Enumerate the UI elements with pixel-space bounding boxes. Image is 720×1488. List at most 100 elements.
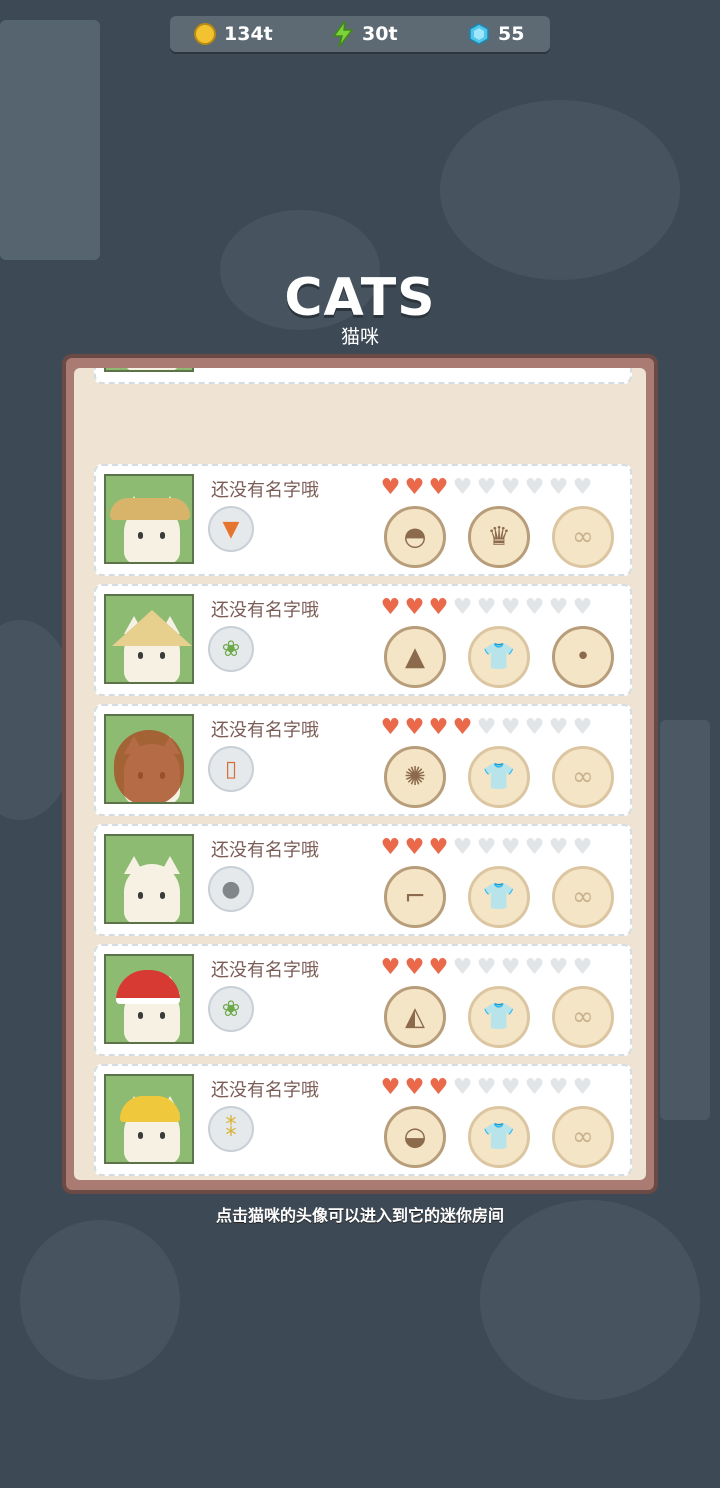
energy-counter: 30t [332,16,398,52]
glasses-placeholder-slot[interactable]: ∞ [552,866,614,928]
heart-icon: ♥ [548,1075,569,1100]
cat-avatar-button[interactable] [104,1074,194,1164]
heart-icon: ♥ [476,955,497,980]
affection-hearts: ♥ ♥ ♥ ♥ ♥ ♥ ♥ ♥ ♥ [379,475,594,500]
heart-icon: ♥ [500,955,521,980]
cat-avatar-button[interactable] [104,834,194,924]
heart-icon: ♥ [452,1075,473,1100]
energy-value: 30t [362,23,398,45]
heart-icon: ♥ [524,955,545,980]
santa-hat-slot[interactable]: ◭ [384,986,446,1048]
lion-mane-icon [114,730,184,802]
glasses-placeholder-slot[interactable]: ∞ [552,986,614,1048]
cat-avatar-button[interactable] [104,474,194,564]
cabbage-icon: ❀ [208,986,254,1032]
heart-icon: ♥ [572,955,593,980]
glasses-placeholder-slot[interactable]: ∞ [552,506,614,568]
cat-eye [160,1012,165,1019]
heart-icon: ♥ [524,835,545,860]
conical-hat-slot[interactable]: ▲ [384,626,446,688]
heart-icon: ♥ [404,1075,425,1100]
cat-row: ◡⚡▭▽∞ [94,368,632,384]
heart-icon: ♥ [380,715,401,740]
cats-panel: ◡⚡▭▽∞还没有名字哦▼♥♥♥♥♥♥♥♥♥◓♛∞还没有名字哦❀♥♥♥♥♥♥♥♥♥… [62,354,658,1194]
heart-icon: ♥ [572,1075,593,1100]
heart-icon: ♥ [380,475,401,500]
heart-icon: ♥ [476,1075,497,1100]
corn-icon: ⁑ [208,1106,254,1152]
heart-icon: ♥ [548,715,569,740]
lion-mane-slot[interactable]: ✺ [384,746,446,808]
cat-avatar-button[interactable] [104,714,194,804]
resource-bar: 134t 30t 55 [170,16,550,52]
cat-row: 还没有名字哦 ❀ ♥ ♥ ♥ ♥ ♥ ♥ ♥ ♥ ♥ ▲ 👕 • [94,584,632,696]
heart-icon: ♥ [404,955,425,980]
glasses-placeholder-slot[interactable]: ∞ [552,746,614,808]
cat-row: 还没有名字哦 ▯ ♥ ♥ ♥ ♥ ♥ ♥ ♥ ♥ ♥ ✺ 👕 ∞ [94,704,632,816]
page-subtitle: 猫咪 [340,326,379,348]
pumpkin-icon: ● [208,866,254,912]
cat-name-label: 还没有名字哦 [211,600,319,621]
cat-avatar-button[interactable] [104,368,194,372]
heart-icon: ♥ [500,715,521,740]
hint-text: 点击猫咪的头像可以进入到它的迷你房间 [215,1206,504,1225]
cat-eye [138,1012,143,1019]
shirt-placeholder-slot[interactable]: 👕 [468,626,530,688]
cat-name-label: 还没有名字哦 [211,960,319,981]
heart-icon: ♥ [452,955,473,980]
heart-icon: ♥ [500,475,521,500]
coin-counter: 134t [194,16,273,52]
heart-icon: ♥ [428,595,449,620]
cat-eye [138,1132,143,1139]
bell-slot[interactable]: • [552,626,614,688]
straw-hat-icon [110,498,190,520]
cat-eye [138,652,143,659]
shirt-placeholder-slot[interactable]: 👕 [468,1106,530,1168]
shirt-placeholder-slot[interactable]: 👕 [468,746,530,808]
drum-vest-slot[interactable]: ♛ [468,506,530,568]
heart-icon: ♥ [548,955,569,980]
cabbage-icon: ❀ [208,626,254,672]
affection-hearts: ♥ ♥ ♥ ♥ ♥ ♥ ♥ ♥ ♥ [379,1075,594,1100]
heart-icon: ♥ [524,715,545,740]
heart-icon: ♥ [404,475,425,500]
cat-eye [138,892,143,899]
hard-hat-icon [120,1096,180,1122]
heart-icon: ♥ [380,955,401,980]
gem-icon [469,23,489,45]
heart-icon: ♥ [572,595,593,620]
heart-icon: ♥ [380,1075,401,1100]
pipe-slot[interactable]: ⌐ [384,866,446,928]
cat-row: 还没有名字哦 ❀ ♥ ♥ ♥ ♥ ♥ ♥ ♥ ♥ ♥ ◭ 👕 ∞ [94,944,632,1056]
heart-icon: ♥ [476,595,497,620]
heart-icon: ♥ [476,475,497,500]
cabbage-decoration [480,1200,700,1400]
page-title: CATS [284,268,436,328]
cat-eye [160,532,165,539]
hard-hat-slot[interactable]: ◒ [384,1106,446,1168]
straw-hat-slot[interactable]: ◓ [384,506,446,568]
coin-icon [194,23,216,45]
affection-hearts: ♥ ♥ ♥ ♥ ♥ ♥ ♥ ♥ ♥ [379,955,594,980]
cats-list-viewport[interactable]: ◡⚡▭▽∞还没有名字哦▼♥♥♥♥♥♥♥♥♥◓♛∞还没有名字哦❀♥♥♥♥♥♥♥♥♥… [74,368,646,1180]
heart-icon: ♥ [500,595,521,620]
shirt-placeholder-slot[interactable]: 👕 [468,866,530,928]
cat-eye [160,892,165,899]
heart-icon: ♥ [548,835,569,860]
jars-decoration [440,100,680,280]
conical-hat-icon [112,610,192,646]
heart-icon: ♥ [572,715,593,740]
cat-row: 还没有名字哦 ● ♥ ♥ ♥ ♥ ♥ ♥ ♥ ♥ ♥ ⌐ 👕 ∞ [94,824,632,936]
cat-avatar-button[interactable] [104,594,194,684]
cat-eye [160,1132,165,1139]
glasses-placeholder-slot[interactable]: ∞ [552,1106,614,1168]
heart-icon: ♥ [380,835,401,860]
fruit-basket-decoration [20,1220,180,1380]
cat-eye [138,532,143,539]
cat-avatar-button[interactable] [104,954,194,1044]
gem-value: 55 [498,23,525,45]
heart-icon: ♥ [452,715,473,740]
heart-icon: ♥ [500,835,521,860]
cat-name-label: 还没有名字哦 [211,480,319,501]
shirt-placeholder-slot[interactable]: 👕 [468,986,530,1048]
